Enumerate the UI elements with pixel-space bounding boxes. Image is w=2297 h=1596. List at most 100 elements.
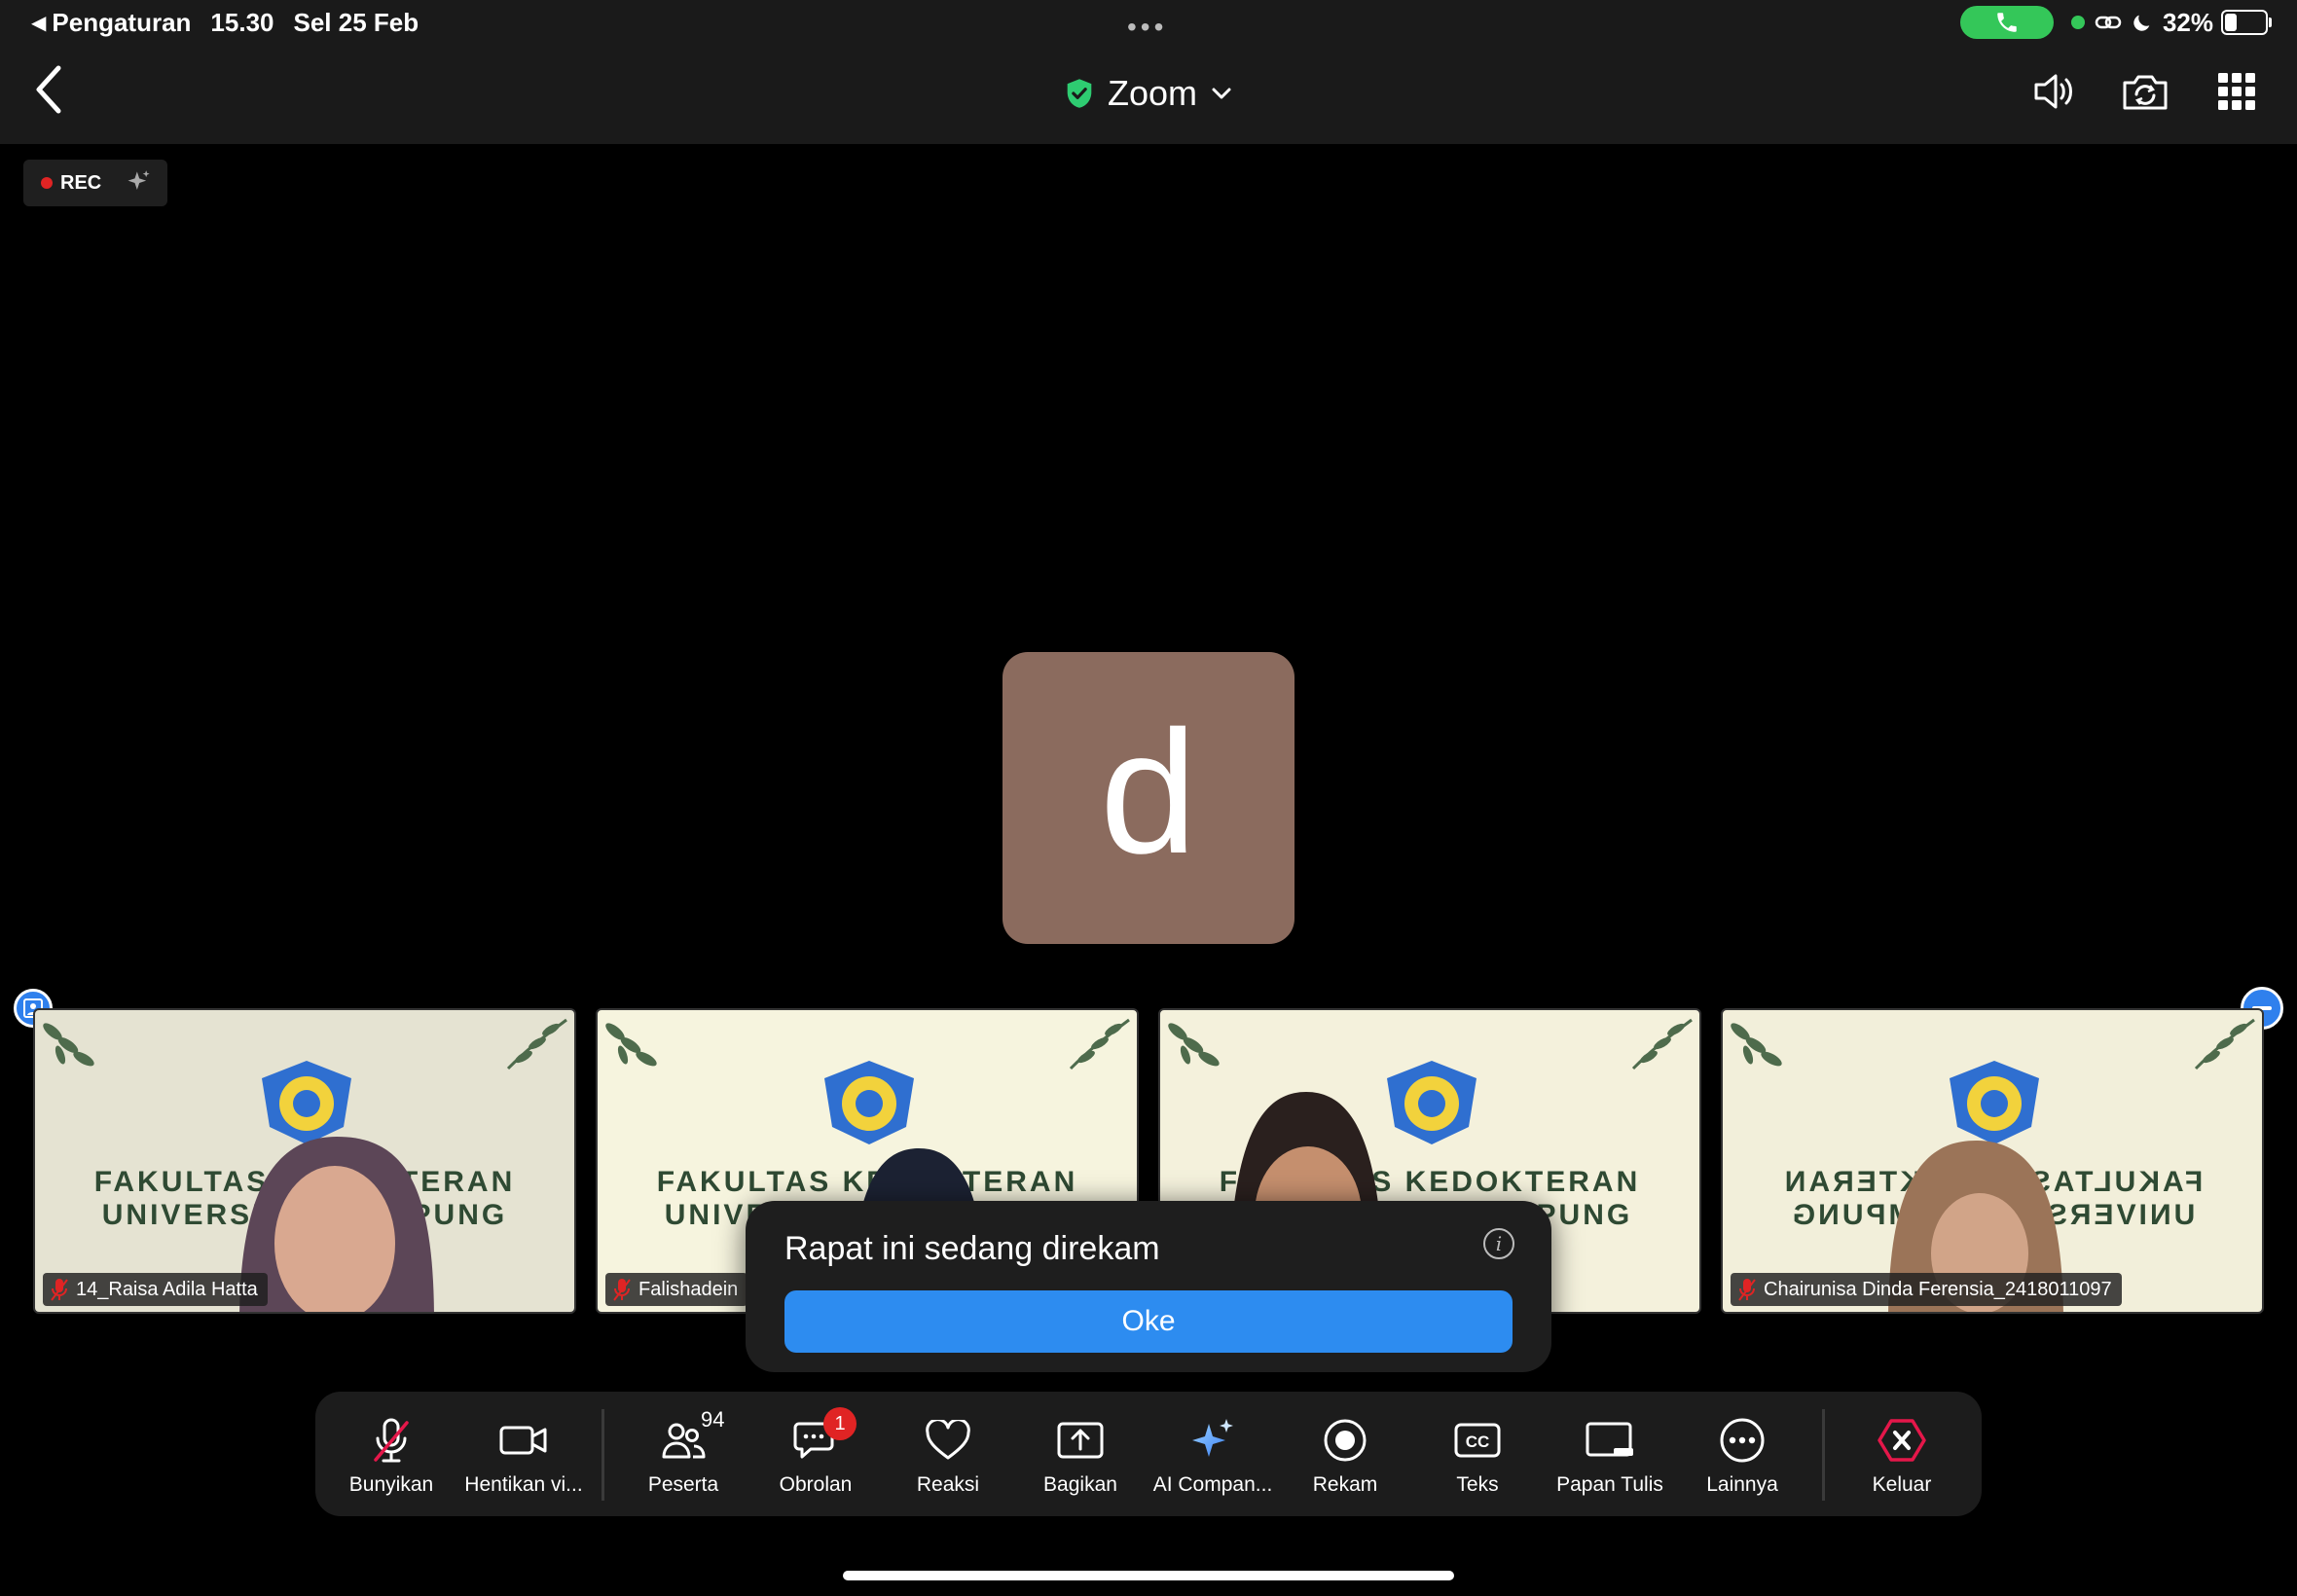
video-tile[interactable]: FAKULTAS KEDOKTERAN UNIVERSITAS LAMPUNG …	[1721, 1008, 2264, 1314]
header-actions	[1993, 60, 2268, 123]
share-icon	[1053, 1415, 1108, 1466]
chat-label: Obrolan	[779, 1473, 853, 1496]
participants-label: Peserta	[647, 1473, 719, 1496]
participant-name-tag: Chairunisa Dinda Ferensia_2418011097	[1731, 1273, 2122, 1306]
moon-icon	[2132, 12, 2153, 33]
participant-name: 14_Raisa Adila Hatta	[76, 1278, 258, 1300]
video-camera-icon	[496, 1415, 551, 1466]
battery-percent: 32%	[2162, 7, 2213, 37]
more-label: Lainnya	[1706, 1473, 1778, 1496]
back-button[interactable]	[27, 60, 70, 119]
switch-camera-button[interactable]	[2114, 60, 2176, 123]
participant-name: Chairunisa Dinda Ferensia_2418011097	[1764, 1278, 2112, 1300]
leaf-decoration	[2194, 1018, 2255, 1070]
back-to-app-icon[interactable]: ◀	[31, 11, 46, 35]
whiteboard-label: Papan Tulis	[1556, 1473, 1663, 1496]
ok-button[interactable]: Oke	[784, 1290, 1513, 1353]
more-button[interactable]: Lainnya	[1676, 1392, 1808, 1516]
leaf-decoration	[1069, 1018, 1130, 1070]
mic-muted-icon	[51, 1279, 68, 1301]
unread-chat-badge: 1	[823, 1407, 857, 1440]
meeting-title-dropdown[interactable]: Zoom	[954, 66, 1343, 121]
meeting-header: Zoom	[0, 47, 2297, 144]
record-label: Rekam	[1312, 1473, 1378, 1496]
recording-dot-icon	[41, 177, 53, 189]
leave-button[interactable]: Keluar	[1836, 1392, 1968, 1516]
whiteboard-button[interactable]: Papan Tulis	[1544, 1392, 1676, 1516]
speaker-button[interactable]	[2023, 60, 2085, 123]
reactions-label: Reaksi	[916, 1473, 980, 1496]
leaf-decoration	[506, 1018, 567, 1070]
multitask-dots-icon[interactable]: •••	[1127, 12, 1167, 43]
whiteboard-icon	[1583, 1415, 1637, 1466]
heart-icon	[921, 1415, 975, 1466]
back-app-label[interactable]: Pengaturan	[52, 8, 191, 38]
battery-icon	[2221, 10, 2272, 35]
chat-icon: 1	[788, 1407, 857, 1466]
toolbar-divider	[1822, 1409, 1825, 1501]
info-icon[interactable]: i	[1483, 1228, 1514, 1259]
status-right: 32%	[1959, 6, 2272, 39]
chevron-left-icon	[36, 65, 61, 114]
link-icon	[2095, 13, 2122, 32]
participants-button[interactable]: Peserta 94	[617, 1392, 749, 1516]
toolbar-divider	[602, 1409, 604, 1501]
phone-icon	[1997, 13, 2017, 32]
mic-muted-icon	[1738, 1279, 1756, 1301]
battery-level	[2225, 14, 2237, 31]
leaf-decoration	[43, 1023, 94, 1067]
leave-icon	[1875, 1415, 1929, 1466]
home-indicator[interactable]	[843, 1571, 1454, 1580]
leaf-decoration	[1168, 1023, 1220, 1067]
university-emblem	[824, 1061, 914, 1144]
view-grid-button[interactable]	[2206, 60, 2268, 123]
participant-name-tag: Falishadein	[605, 1273, 748, 1306]
meeting-toolbar: Bunyikan Hentikan vi... Peserta 94 1 Obr…	[315, 1392, 1982, 1516]
participant-count: 94	[701, 1407, 725, 1432]
recording-notice-dialog: Rapat ini sedang direkam i Oke	[746, 1201, 1551, 1372]
university-emblem	[1387, 1061, 1477, 1144]
active-speaker-avatar[interactable]: d	[1003, 652, 1294, 944]
chat-button[interactable]: 1 Obrolan	[749, 1392, 882, 1516]
leaf-decoration	[1631, 1018, 1693, 1070]
active-call-pill[interactable]	[1959, 6, 2054, 39]
mic-muted-icon	[613, 1279, 631, 1301]
record-icon	[1318, 1415, 1372, 1466]
status-date: Sel 25 Feb	[293, 8, 419, 37]
reactions-button[interactable]: Reaksi	[882, 1392, 1014, 1516]
university-emblem	[1950, 1061, 2039, 1144]
grid-icon	[2218, 73, 2255, 110]
svg-text:CC: CC	[1466, 1433, 1490, 1451]
status-left: ◀ Pengaturan 15.30 Sel 25 Feb	[31, 8, 438, 38]
mic-muted-icon	[364, 1415, 419, 1466]
recording-badge[interactable]: REC	[23, 160, 167, 206]
avatar-initial: d	[1099, 695, 1198, 890]
chevron-down-icon	[1212, 88, 1231, 99]
video-tile[interactable]: FAKULTAS KEDOKTERAN UNIVERSITAS LAMPUNG …	[33, 1008, 576, 1314]
ai-companion-label: AI Compan...	[1152, 1473, 1273, 1496]
meeting-title: Zoom	[1107, 73, 1198, 113]
recording-label: REC	[60, 171, 102, 194]
share-label: Bagikan	[1043, 1473, 1117, 1496]
stop-video-button[interactable]: Hentikan vi...	[457, 1392, 590, 1516]
cc-icon: CC	[1450, 1415, 1505, 1466]
captions-button[interactable]: CC Teks	[1411, 1392, 1544, 1516]
shield-check-icon	[1067, 79, 1092, 108]
stop-video-label: Hentikan vi...	[464, 1473, 583, 1496]
status-time: 15.30	[210, 8, 274, 37]
share-button[interactable]: Bagikan	[1014, 1392, 1147, 1516]
sparkle-icon	[128, 170, 150, 190]
participant-name-tag: 14_Raisa Adila Hatta	[43, 1273, 268, 1306]
more-icon	[1715, 1415, 1769, 1466]
captions-label: Teks	[1456, 1473, 1499, 1496]
status-bar: ◀ Pengaturan 15.30 Sel 25 Feb ••• 32%	[0, 0, 2297, 47]
unmute-button[interactable]: Bunyikan	[325, 1392, 457, 1516]
camera-switch-icon	[2123, 75, 2168, 110]
leaf-decoration	[1731, 1023, 1782, 1067]
unmute-label: Bunyikan	[348, 1473, 434, 1496]
participant-name: Falishadein	[638, 1278, 739, 1300]
record-button[interactable]: Rekam	[1279, 1392, 1411, 1516]
ai-companion-button[interactable]: AI Compan...	[1147, 1392, 1279, 1516]
leave-label: Keluar	[1872, 1473, 1932, 1496]
camera-in-use-indicator	[2070, 16, 2085, 29]
